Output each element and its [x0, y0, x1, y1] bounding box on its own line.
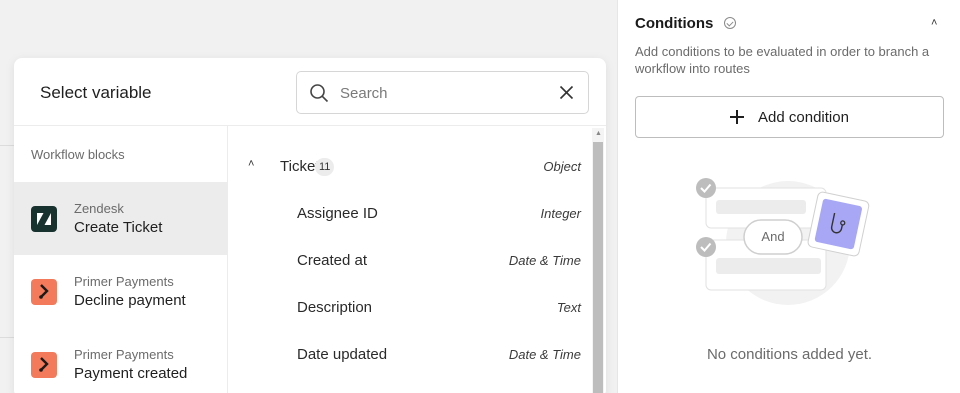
primer-logo-icon [31, 279, 57, 305]
block-item-payment-created[interactable]: Primer Payments Payment created [14, 328, 228, 393]
search-input[interactable] [340, 82, 540, 104]
check-circle-icon [724, 17, 736, 29]
variable-type: Date & Time [508, 253, 581, 268]
block-provider: Primer Payments [74, 274, 174, 289]
zendesk-logo-icon [31, 206, 57, 232]
variable-type: Integer [540, 206, 581, 221]
search-icon [310, 84, 329, 103]
canvas-divider [0, 145, 14, 146]
variable-type: Object [543, 159, 581, 174]
variable-name: Description [297, 299, 373, 316]
block-name: Decline payment [74, 292, 186, 309]
modal-title: Select variable [40, 83, 152, 102]
workflow-blocks-list: Workflow blocks Zendesk Create Ticket Pr… [14, 126, 228, 393]
section-label: Workflow blocks [31, 147, 125, 162]
variable-name: Date updated [297, 346, 388, 363]
variable-group-name: Ticket [280, 158, 320, 175]
variable-type: Date & Time [508, 347, 581, 362]
canvas-divider [0, 337, 14, 338]
variable-name: Assignee ID [297, 205, 378, 222]
empty-state-text: No conditions added yet. [706, 346, 873, 363]
variable-name: Created at [297, 252, 368, 269]
collapse-chevron-icon[interactable]: ˄ [931, 17, 937, 29]
chevron-up-icon[interactable]: ˄ [248, 158, 254, 170]
variable-row-assignee-id[interactable]: Assignee ID Integer [229, 191, 591, 238]
count-badge: 11 [315, 158, 335, 176]
select-variable-modal: Select variable Workflow blocks [14, 58, 606, 393]
add-condition-label: Add condition [758, 108, 849, 126]
variable-group-ticket[interactable]: ˄ Ticket 11 Object [229, 144, 591, 191]
variable-type: Text [556, 300, 581, 315]
add-condition-button[interactable]: Add condition [635, 96, 944, 138]
block-item-create-ticket[interactable]: Zendesk Create Ticket [14, 182, 228, 255]
block-name: Create Ticket [74, 219, 163, 236]
panel-title: Conditions [635, 15, 714, 32]
conditions-panel: Conditions ˄ Add conditions to be evalua… [617, 0, 960, 393]
scroll-up-arrow-icon[interactable]: ▲ [595, 130, 602, 137]
block-item-decline-payment[interactable]: Primer Payments Decline payment [14, 255, 228, 328]
illustration-and-label: And [761, 229, 785, 244]
block-provider: Primer Payments [74, 347, 174, 362]
variable-row-date-updated[interactable]: Date updated Date & Time [229, 332, 591, 379]
variable-row-created-at[interactable]: Created at Date & Time [229, 238, 591, 285]
scrollbar-thumb[interactable] [593, 142, 603, 393]
close-icon[interactable] [559, 85, 574, 100]
block-provider: Zendesk [74, 201, 124, 216]
modal-header: Select variable [14, 58, 606, 126]
block-name: Payment created [74, 365, 188, 382]
primer-logo-icon [31, 352, 57, 378]
variable-row-description[interactable]: Description Text [229, 285, 591, 332]
plus-icon [730, 110, 745, 124]
panel-description: Add conditions to be evaluated in order … [635, 44, 930, 76]
variables-list: ˄ Ticket 11 Object Assignee ID Integer C… [229, 126, 606, 393]
search-box[interactable] [296, 71, 589, 114]
